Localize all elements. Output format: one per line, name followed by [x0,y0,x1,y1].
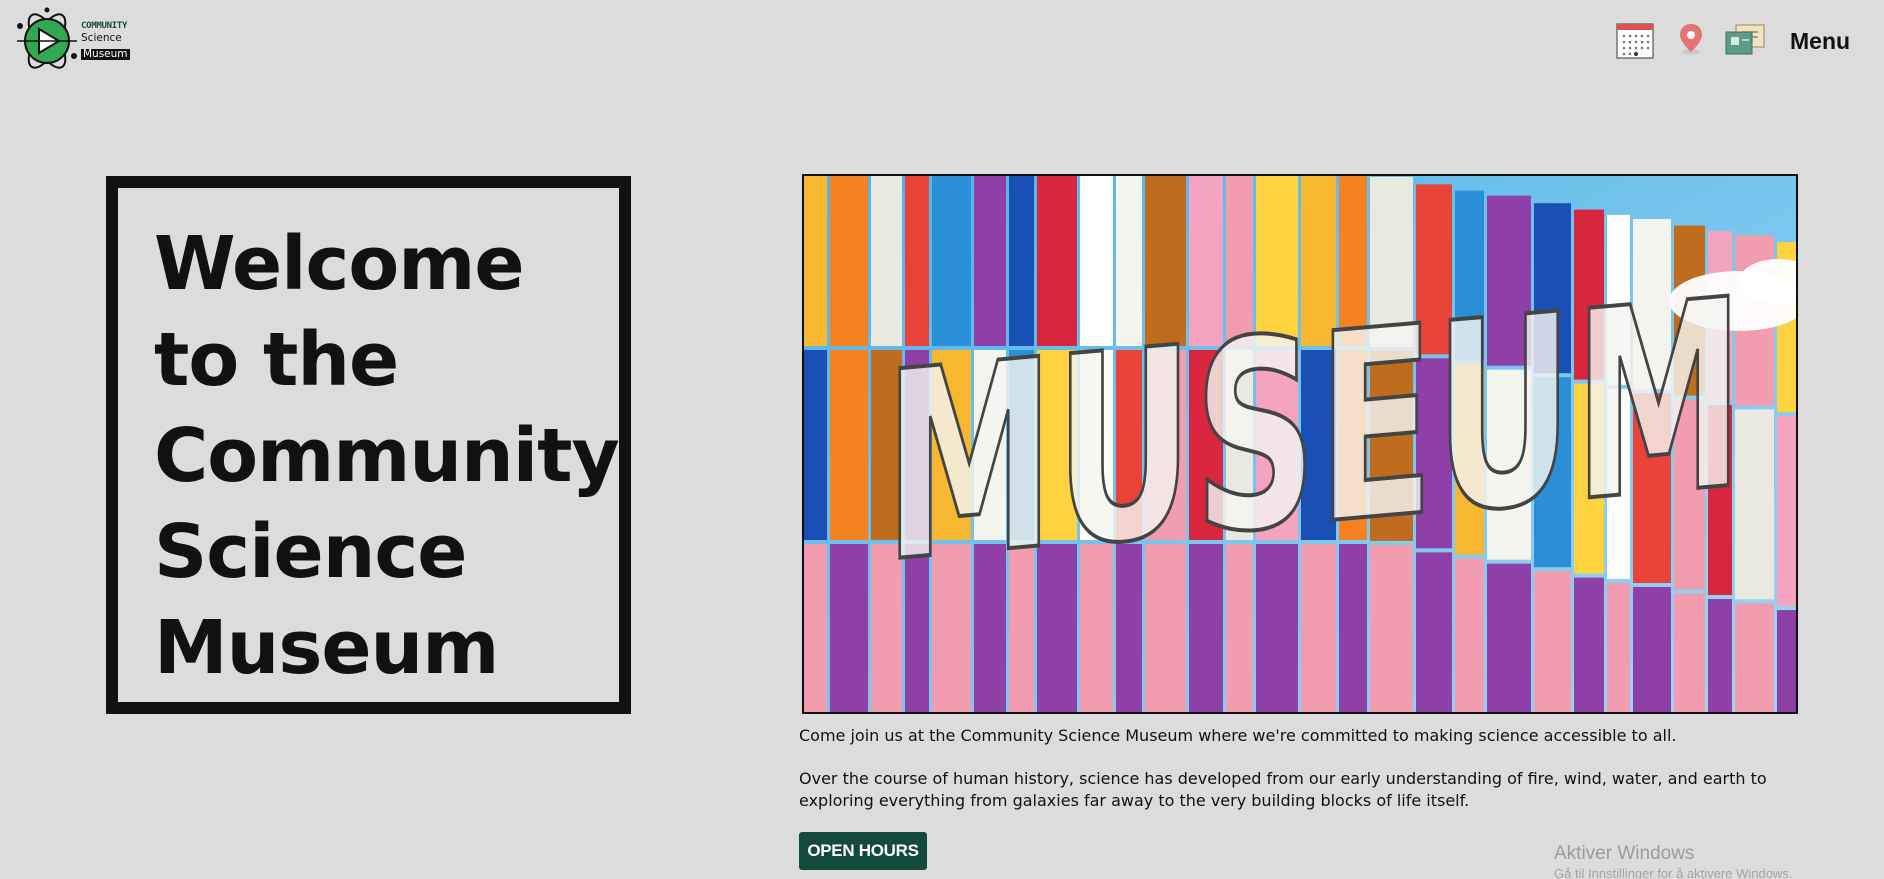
open-hours-button[interactable]: OPEN HOURS [799,832,927,870]
welcome-box: Welcome to the Community Science Museum [106,176,631,714]
intro-text: Come join us at the Community Science Mu… [799,726,1677,745]
title-line: to the [154,317,399,403]
title-line: Science [154,509,467,595]
museum-hero-image: MUSEUM [802,174,1798,714]
logo-line-2: Science [81,32,122,45]
title-line: Community [154,413,620,499]
windows-watermark-subtitle: Gå til Innstillinger for å aktivere Wind… [1554,866,1793,879]
logo-line-1: COMMUNITY [81,21,128,31]
atom-play-icon [17,7,77,69]
logo-wordmark: COMMUNITY Science Museum [81,21,130,61]
windows-watermark-title: Aktiver Windows [1554,843,1695,864]
tickets-icon[interactable] [1724,24,1766,60]
location-pin-icon[interactable] [1678,23,1704,59]
page: COMMUNITY Science Museum Menu Welcome to… [0,0,1884,879]
title-line: Museum [154,605,499,691]
menu-button[interactable]: Menu [1790,28,1850,55]
body-text: Over the course of human history, scienc… [799,769,1767,810]
page-title: Welcome to the Community Science Museum [154,216,620,696]
museum-facade-illustration: MUSEUM [804,176,1796,712]
site-logo[interactable]: COMMUNITY Science Museum [14,4,130,78]
logo-line-3: Museum [81,48,130,61]
calendar-icon[interactable] [1616,21,1654,63]
title-line: Welcome [154,221,525,307]
